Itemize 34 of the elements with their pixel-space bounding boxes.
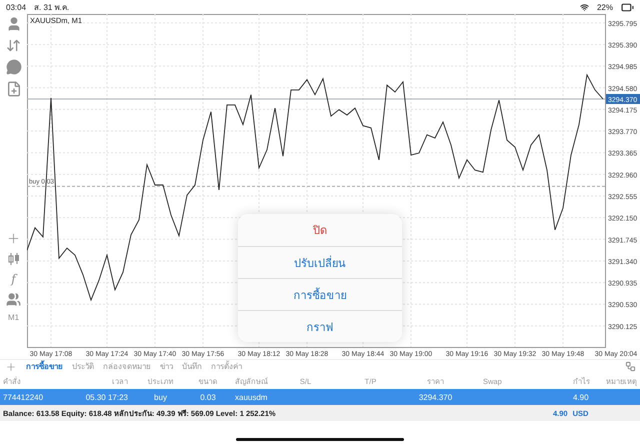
layout-icon[interactable]	[625, 361, 636, 372]
objects-icon[interactable]	[6, 292, 21, 307]
table-cell-text: 774412240	[3, 392, 44, 402]
status-date: ส. 31 พ.ค.	[34, 2, 70, 14]
table-cell-text: 05.30 17:23	[84, 392, 128, 402]
candlestick-icon[interactable]	[6, 252, 20, 266]
table-cell-text: 0.03	[199, 392, 217, 402]
tab[interactable]: บันทึก	[182, 360, 202, 373]
timeframe-button[interactable]: M1	[8, 313, 20, 322]
chat-icon[interactable]	[6, 59, 22, 75]
tab[interactable]: ข่าว	[160, 360, 173, 373]
add-icon[interactable]	[5, 360, 17, 372]
battery-icon	[621, 0, 634, 14]
table-cell-text: xauusdm	[234, 392, 268, 402]
tab[interactable]: ประวัติ	[72, 360, 94, 373]
menu-item[interactable]: ปรับเปลี่ยน	[238, 246, 402, 278]
table-cell-text: 3294.370	[418, 392, 454, 402]
wifi-icon	[580, 2, 589, 12]
order-row[interactable]: 774412240 05.30 17:23 buy 0.03 xauusdm 3294.370 4.90	[0, 389, 640, 405]
account-icon[interactable]	[6, 16, 22, 32]
new-order-icon[interactable]	[6, 81, 22, 97]
menu-item[interactable]: ปิด	[238, 214, 402, 246]
trade-arrows-icon[interactable]	[6, 38, 21, 53]
tab[interactable]: การตั้งค่า	[211, 360, 242, 373]
menu-item[interactable]: การซื้อขาย	[238, 278, 402, 310]
tab[interactable]: การซื้อขาย	[26, 360, 63, 373]
tab[interactable]: กล่องจดหมาย	[103, 360, 151, 373]
table-cell-text: buy	[153, 392, 168, 402]
menu-item[interactable]: กราฟ	[238, 310, 402, 342]
crosshair-icon[interactable]	[6, 231, 21, 246]
battery-percent: 22%	[596, 2, 613, 12]
table-cell-text: 4.90	[572, 392, 590, 402]
status-time: 03:04	[6, 2, 26, 12]
indicators-button[interactable]: f	[11, 272, 16, 286]
